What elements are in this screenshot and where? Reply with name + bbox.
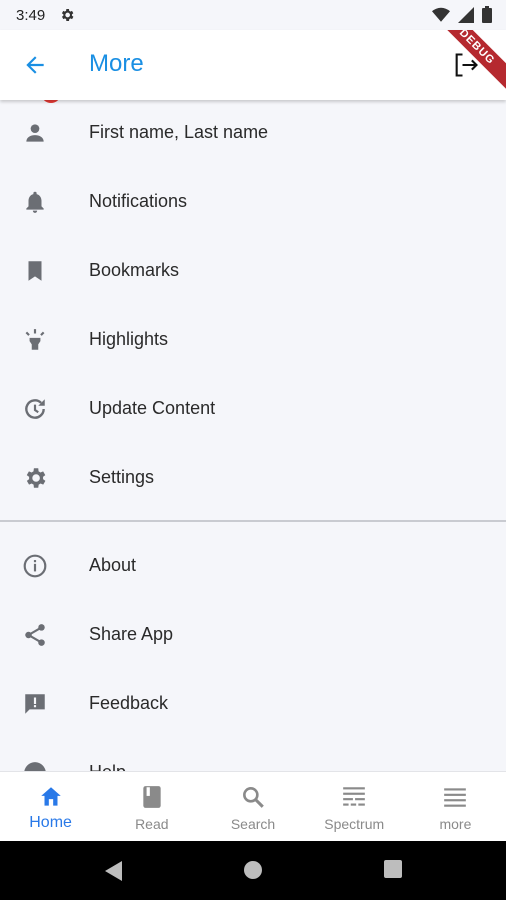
nav-spectrum[interactable]: Spectrum: [304, 772, 405, 841]
gear-status-icon: [62, 9, 74, 21]
share-icon: [25, 624, 45, 646]
status-icons: [432, 6, 492, 23]
menu-item-notifications[interactable]: Notifications: [0, 169, 506, 235]
menu-item-label: Bookmarks: [89, 260, 180, 280]
back-arrow-icon[interactable]: [22, 52, 48, 78]
system-recents-icon[interactable]: [384, 860, 402, 878]
page-title: More: [89, 50, 144, 77]
spectrum-icon: [343, 787, 366, 806]
menu-item-label: Notifications: [89, 191, 188, 211]
search-icon: [243, 787, 264, 808]
update-icon: [25, 399, 45, 419]
system-home-icon[interactable]: [243, 860, 263, 880]
gear-icon: [26, 468, 46, 488]
status-time: 3:49: [16, 6, 46, 24]
nav-label: more: [439, 816, 472, 832]
nav-read[interactable]: Read: [101, 772, 202, 841]
bottom-navigation: Home Read Search Spectrum more: [0, 771, 506, 841]
nav-search[interactable]: Search: [202, 772, 303, 841]
nav-label: Home: [29, 814, 72, 831]
nav-home[interactable]: Home: [0, 772, 101, 841]
nav-label: Spectrum: [324, 816, 385, 832]
menu-item-label: About: [89, 555, 137, 575]
menu-item-label: Feedback: [89, 693, 169, 713]
menu-item-bookmarks[interactable]: Bookmarks: [0, 238, 506, 304]
info-icon: [23, 554, 47, 578]
highlight-icon: [25, 329, 45, 350]
menu-item-about[interactable]: About: [0, 533, 506, 599]
home-icon: [40, 787, 61, 806]
signal-icon: [458, 6, 474, 23]
more-menu-list: First name, Last name Notifications Book…: [0, 100, 506, 771]
menu-item-label: Help: [89, 762, 126, 771]
wifi-icon: [432, 7, 450, 22]
feedback-icon: [25, 694, 45, 714]
status-bar: 3:49: [0, 0, 506, 30]
person-icon: [26, 124, 44, 142]
menu-item-label: Settings: [89, 467, 155, 487]
nav-label: Search: [230, 816, 276, 832]
menu-icon: [444, 788, 467, 807]
help-icon: [24, 762, 46, 771]
app-bar: More DEBUG: [0, 30, 506, 100]
menu-item-profile[interactable]: First name, Last name: [0, 100, 506, 166]
battery-icon: [482, 6, 492, 23]
bookmark-icon: [28, 261, 42, 281]
menu-item-label: Highlights: [89, 329, 169, 349]
menu-item-label: Update Content: [89, 398, 216, 418]
nav-more[interactable]: more: [405, 772, 506, 841]
menu-item-feedback[interactable]: Feedback: [0, 671, 506, 737]
menu-item-settings[interactable]: Settings: [0, 445, 506, 511]
menu-divider: [0, 520, 506, 522]
menu-item-share-app[interactable]: Share App: [0, 602, 506, 668]
system-nav-bar: [0, 841, 506, 900]
menu-item-label: First name, Last name: [89, 122, 269, 142]
menu-item-highlights[interactable]: Highlights: [0, 307, 506, 373]
book-icon: [143, 786, 161, 808]
menu-item-label: Share App: [89, 624, 174, 644]
bell-icon: [26, 191, 44, 213]
menu-item-update-content[interactable]: Update Content: [0, 376, 506, 442]
menu-item-help[interactable]: Help: [0, 740, 506, 771]
system-back-icon[interactable]: [104, 860, 124, 882]
nav-label: Read: [135, 816, 169, 832]
